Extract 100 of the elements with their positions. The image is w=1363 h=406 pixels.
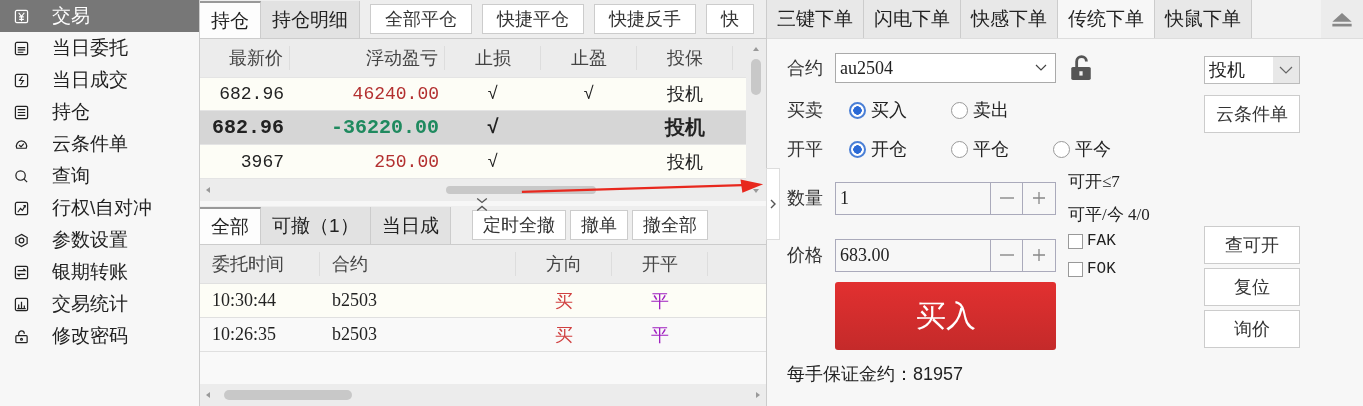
- expand-handle[interactable]: [766, 168, 780, 240]
- price-field[interactable]: 683.00: [835, 238, 990, 272]
- list-icon: [14, 104, 29, 120]
- scroll-left-icon[interactable]: [204, 391, 212, 399]
- table-cell: 682.96: [212, 116, 284, 140]
- table-row[interactable]: 682.96 46240.00 √ √ 投机: [200, 77, 746, 112]
- table-cell: 46240.00: [352, 84, 439, 105]
- tab[interactable]: 可撤（1）: [261, 207, 371, 244]
- scroll-up-icon[interactable]: [752, 45, 760, 53]
- yen-icon: [14, 8, 29, 24]
- search-icon: [14, 168, 29, 184]
- radio-option[interactable]: 平今: [1053, 137, 1141, 161]
- table-cell: 买: [555, 324, 573, 345]
- scroll-thumb[interactable]: [446, 186, 596, 194]
- horizontal-scrollbar[interactable]: [200, 384, 766, 406]
- toolbar-button[interactable]: 全部平仓: [370, 4, 472, 34]
- collapse-handle-icon[interactable]: [474, 195, 490, 213]
- sidebar-item[interactable]: 当日成交: [0, 64, 199, 96]
- sidebar-item[interactable]: 银期转账: [0, 256, 199, 288]
- increment-button[interactable]: [1023, 181, 1056, 215]
- buy-button[interactable]: 买入: [835, 282, 1056, 350]
- decrement-button[interactable]: [990, 238, 1023, 272]
- column-header[interactable]: 止盈: [541, 45, 637, 70]
- quantity-field[interactable]: 1: [835, 181, 990, 215]
- tab[interactable]: 闪电下单: [864, 0, 961, 38]
- sidebar-item[interactable]: 云条件单: [0, 128, 199, 160]
- checkbox-option[interactable]: FOK: [1068, 260, 1116, 278]
- column-header[interactable]: 合约: [320, 252, 516, 276]
- column-header[interactable]: 开平: [612, 252, 708, 276]
- radio-option[interactable]: 买入: [849, 98, 937, 122]
- unlocked-padlock-icon[interactable]: [1070, 55, 1092, 81]
- available-open-text: 可开≤7: [1068, 171, 1121, 193]
- table-cell: 投机: [667, 85, 703, 106]
- column-header[interactable]: 浮动盈亏: [290, 45, 445, 70]
- scroll-thumb[interactable]: [224, 390, 352, 400]
- scroll-right-icon[interactable]: [754, 391, 762, 399]
- margin-note: 每手保证金约：81957: [787, 363, 965, 386]
- increment-button[interactable]: [1023, 238, 1056, 272]
- sidebar-item[interactable]: 持仓: [0, 96, 199, 128]
- toolbar-button[interactable]: 快捷反手: [594, 4, 696, 34]
- cloud-order-button[interactable]: 云条件单: [1204, 95, 1300, 133]
- table-row[interactable]: 3967 250.00 √ 投机: [200, 145, 746, 179]
- horizontal-scrollbar[interactable]: [200, 179, 746, 201]
- field-label: 价格: [787, 244, 824, 267]
- table-cell: 买: [555, 290, 573, 311]
- lightning-icon: [14, 72, 29, 88]
- radio-option[interactable]: 平仓: [951, 137, 1039, 161]
- tab[interactable]: 全部: [200, 207, 261, 244]
- column-header[interactable]: 方向: [516, 252, 612, 276]
- tab[interactable]: 快鼠下单: [1155, 0, 1252, 38]
- toolbar-button[interactable]: 定时全撤: [472, 210, 566, 240]
- available-close-text: 可平/今 4/0: [1068, 204, 1150, 226]
- eject-button[interactable]: [1321, 0, 1363, 38]
- column-header[interactable]: 委托时间: [200, 252, 320, 276]
- tab[interactable]: 持仓: [200, 1, 261, 38]
- column-header[interactable]: 最新价: [200, 45, 290, 70]
- vertical-scrollbar[interactable]: [746, 39, 766, 201]
- checkbox-option[interactable]: FAK: [1068, 232, 1116, 250]
- sidebar-item[interactable]: 查询: [0, 160, 199, 192]
- tab[interactable]: 持仓明细: [261, 1, 360, 38]
- radio-option[interactable]: 卖出: [951, 98, 1039, 122]
- sidebar-item[interactable]: 交易: [0, 0, 199, 32]
- contract-dropdown[interactable]: au2504: [835, 53, 1056, 83]
- plus-icon: [1031, 190, 1047, 206]
- scroll-left-icon[interactable]: [204, 186, 212, 194]
- tab[interactable]: 当日成: [370, 207, 451, 244]
- tab[interactable]: 三键下单: [767, 0, 864, 38]
- action-button[interactable]: 查可开: [1204, 226, 1300, 264]
- action-button[interactable]: 复位: [1204, 268, 1300, 306]
- decrement-button[interactable]: [990, 181, 1023, 215]
- radio-option[interactable]: 开仓: [849, 137, 937, 161]
- action-button[interactable]: 询价: [1204, 310, 1300, 348]
- table-cell: 3967: [240, 151, 284, 172]
- sidebar-item[interactable]: 行权\自对冲: [0, 192, 199, 224]
- table-cell: 平: [651, 290, 669, 311]
- table-cell: 682.96: [219, 84, 284, 105]
- sidebar-item[interactable]: 交易统计: [0, 288, 199, 320]
- table-cell: -36220.00: [330, 116, 439, 140]
- toolbar-button[interactable]: 撤全部: [632, 210, 708, 240]
- tab[interactable]: 快感下单: [961, 0, 1058, 38]
- chevron-right-icon: [769, 198, 777, 210]
- table-row[interactable]: 682.96 -36220.00 √ 投机: [200, 111, 746, 146]
- column-header[interactable]: 投保: [637, 45, 733, 70]
- toolbar-button[interactable]: 快捷平仓: [482, 4, 584, 34]
- hedge-dropdown[interactable]: 投机: [1204, 56, 1300, 84]
- tab[interactable]: 传统下单: [1058, 0, 1155, 38]
- sidebar-item[interactable]: 修改密码: [0, 320, 199, 352]
- lock-icon: [14, 328, 29, 344]
- table-cell: √: [583, 84, 595, 105]
- sidebar-item[interactable]: 当日委托: [0, 32, 199, 64]
- table-cell: 250.00: [374, 151, 439, 172]
- table-cell: √: [487, 151, 499, 172]
- column-header[interactable]: 止损: [445, 45, 541, 70]
- sidebar-item[interactable]: 参数设置: [0, 224, 199, 256]
- transfer-icon: [14, 264, 29, 280]
- scroll-down-icon[interactable]: [752, 187, 760, 195]
- scroll-thumb[interactable]: [751, 59, 761, 95]
- toolbar-button[interactable]: 快: [706, 4, 754, 34]
- toolbar-button[interactable]: 撤单: [570, 210, 628, 240]
- trend-icon: [14, 200, 29, 216]
